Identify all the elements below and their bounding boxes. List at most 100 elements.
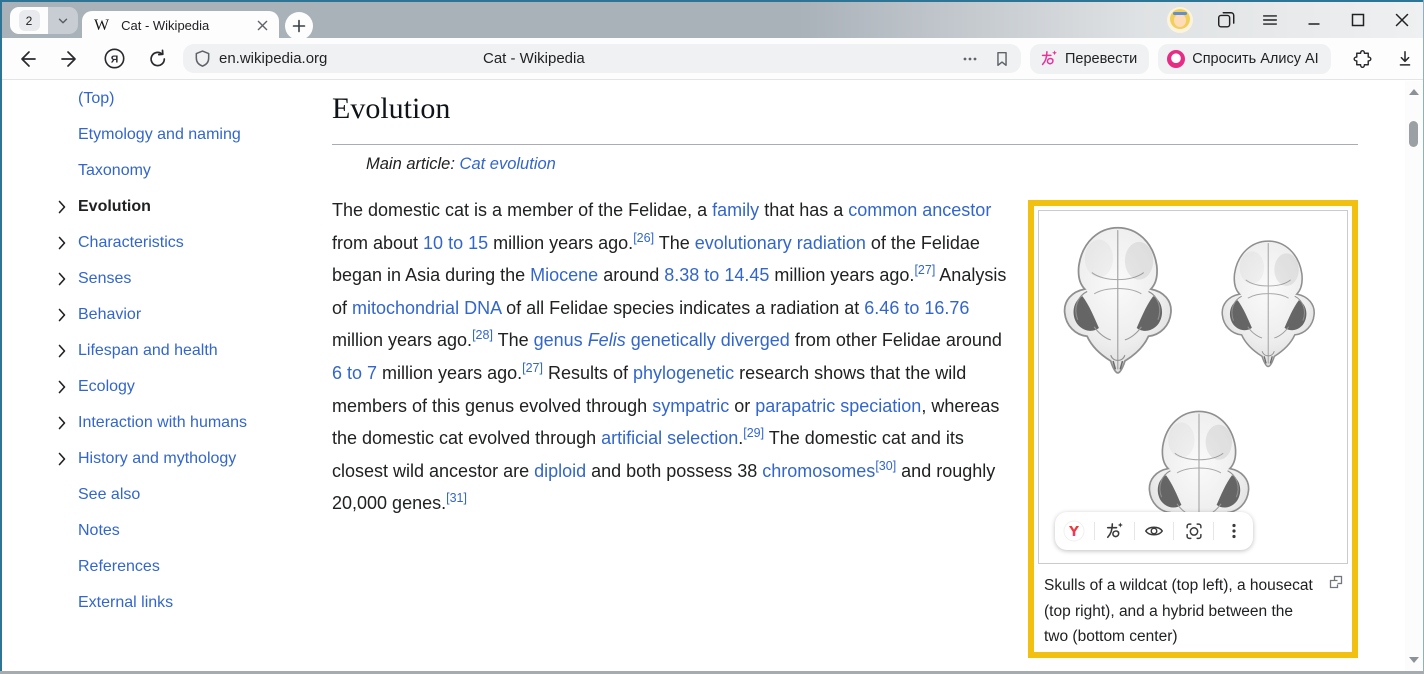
scrollbar-thumb[interactable]: [1409, 121, 1418, 147]
scroll-up-arrow[interactable]: [1409, 89, 1419, 95]
back-button[interactable]: [10, 42, 44, 76]
toc-item[interactable]: Senses: [48, 261, 318, 297]
side-panels-icon[interactable]: [1215, 9, 1237, 31]
toc-item[interactable]: Behavior: [48, 297, 318, 333]
menu-icon[interactable]: [1259, 9, 1281, 31]
toc-item[interactable]: Etymology and naming: [48, 117, 318, 153]
reference-link[interactable]: [27]: [522, 361, 543, 375]
article-text: The: [654, 233, 695, 253]
reload-button[interactable]: [141, 42, 175, 76]
scrollbar[interactable]: [1405, 81, 1423, 671]
article-text: million years ago.: [332, 330, 472, 350]
article-link[interactable]: phylogenetic: [633, 363, 734, 383]
reference-link[interactable]: [31]: [446, 491, 467, 505]
image-search-icon[interactable]: [1182, 519, 1206, 543]
hatnote-prefix: Main article:: [366, 155, 460, 173]
skulls-illustration: [1039, 211, 1347, 563]
translate-button[interactable]: Перевести: [1030, 44, 1149, 74]
toc-item[interactable]: External links: [48, 585, 318, 621]
yandex-start-icon[interactable]: Я: [97, 42, 131, 76]
article-link[interactable]: artificial selection: [601, 428, 738, 448]
more-icon[interactable]: [961, 50, 979, 68]
new-tab-button[interactable]: [285, 12, 313, 40]
figure-skulls-selected[interactable]: Y: [1028, 200, 1358, 658]
hatnote-link[interactable]: Cat evolution: [460, 155, 556, 173]
toc-item[interactable]: Interaction with humans: [48, 405, 318, 441]
toc-chevron-icon[interactable]: [56, 416, 70, 430]
article-link[interactable]: common ancestor: [848, 200, 991, 220]
tab-count-badge: 2: [19, 10, 40, 31]
translate-icon: [1039, 49, 1058, 68]
toc-item[interactable]: See also: [48, 477, 318, 513]
toc-item[interactable]: References: [48, 549, 318, 585]
scroll-down-arrow[interactable]: [1409, 657, 1419, 663]
enlarge-icon[interactable]: [1328, 574, 1344, 590]
toc-item-label: Ecology: [78, 378, 135, 396]
article-link[interactable]: genus: [534, 330, 583, 350]
article-link[interactable]: chromosomes: [762, 461, 875, 481]
translate-image-icon[interactable]: [1102, 519, 1126, 543]
toc-item[interactable]: Taxonomy: [48, 153, 318, 189]
toc-item[interactable]: (Top): [48, 81, 318, 117]
article-link[interactable]: diploid: [534, 461, 586, 481]
reference-link[interactable]: [27]: [914, 263, 935, 277]
article-link[interactable]: parapatric speciation: [755, 396, 921, 416]
toc-chevron-icon[interactable]: [56, 236, 70, 250]
reference-link[interactable]: [29]: [743, 426, 764, 440]
skulls-image[interactable]: Y: [1038, 210, 1348, 564]
toc-chevron-icon[interactable]: [56, 200, 70, 214]
article-link[interactable]: 10 to 15: [423, 233, 488, 253]
article-link[interactable]: family: [712, 200, 759, 220]
toc-item[interactable]: Evolution: [48, 189, 318, 225]
article-text: and both possess 38: [586, 461, 762, 481]
address-bar[interactable]: en.wikipedia.org Cat - Wikipedia: [183, 44, 1021, 73]
minimize-button[interactable]: [1303, 9, 1325, 31]
downloads-icon[interactable]: [1390, 44, 1420, 74]
close-button[interactable]: [1391, 9, 1413, 31]
toc-item-label: Senses: [78, 270, 131, 288]
toc-item[interactable]: History and mythology: [48, 441, 318, 477]
article-link[interactable]: 8.38 to 14.45: [664, 265, 769, 285]
toc-chevron-icon[interactable]: [56, 380, 70, 394]
reference-link[interactable]: [26]: [633, 231, 654, 245]
article-text: million years ago.: [377, 363, 522, 383]
article-text: Results of: [543, 363, 633, 383]
toc-item-label: Characteristics: [78, 234, 184, 252]
toc-item[interactable]: Lifespan and health: [48, 333, 318, 369]
more-options-icon[interactable]: [1222, 519, 1246, 543]
reference-link[interactable]: [30]: [875, 459, 896, 473]
tab-counter-button[interactable]: 2: [10, 7, 78, 34]
profile-avatar[interactable]: [1167, 7, 1193, 33]
toc-item-label: (Top): [78, 90, 114, 108]
article-link[interactable]: evolutionary radiation: [695, 233, 866, 253]
article-text: million years ago.: [488, 233, 633, 253]
toc-chevron-icon[interactable]: [56, 272, 70, 286]
toc-item[interactable]: Characteristics: [48, 225, 318, 261]
toc-chevron-icon[interactable]: [56, 344, 70, 358]
article-link[interactable]: Miocene: [530, 265, 598, 285]
maximize-button[interactable]: [1347, 9, 1369, 31]
forward-button[interactable]: [53, 42, 87, 76]
article-link[interactable]: 6.46 to 16.76: [864, 298, 969, 318]
image-actions-toolbar: Y: [1055, 512, 1253, 550]
toc-item[interactable]: Ecology: [48, 369, 318, 405]
article-link[interactable]: Felis: [588, 330, 626, 350]
toc-item[interactable]: Notes: [48, 513, 318, 549]
article-link[interactable]: mitochondrial DNA: [352, 298, 501, 318]
article-link[interactable]: sympatric: [652, 396, 729, 416]
reference-link[interactable]: [28]: [472, 328, 493, 342]
window-border-top: [0, 0, 1424, 2]
article-link[interactable]: genetically diverged: [631, 330, 790, 350]
yandex-browser-logo-icon[interactable]: Y: [1062, 519, 1086, 543]
tab-close-icon[interactable]: [253, 17, 271, 35]
article-link[interactable]: 6 to 7: [332, 363, 377, 383]
tab-cat-wikipedia[interactable]: W Cat - Wikipedia: [82, 11, 279, 40]
extensions-icon[interactable]: [1348, 44, 1378, 74]
toc-chevron-icon[interactable]: [56, 452, 70, 466]
preview-eye-icon[interactable]: [1142, 519, 1166, 543]
toc-chevron-icon[interactable]: [56, 308, 70, 322]
shield-icon[interactable]: [193, 49, 212, 68]
toc-item-label: Etymology and naming: [78, 126, 241, 144]
ask-alice-button[interactable]: Спросить Алису AI: [1158, 44, 1331, 74]
bookmark-icon[interactable]: [993, 50, 1011, 68]
